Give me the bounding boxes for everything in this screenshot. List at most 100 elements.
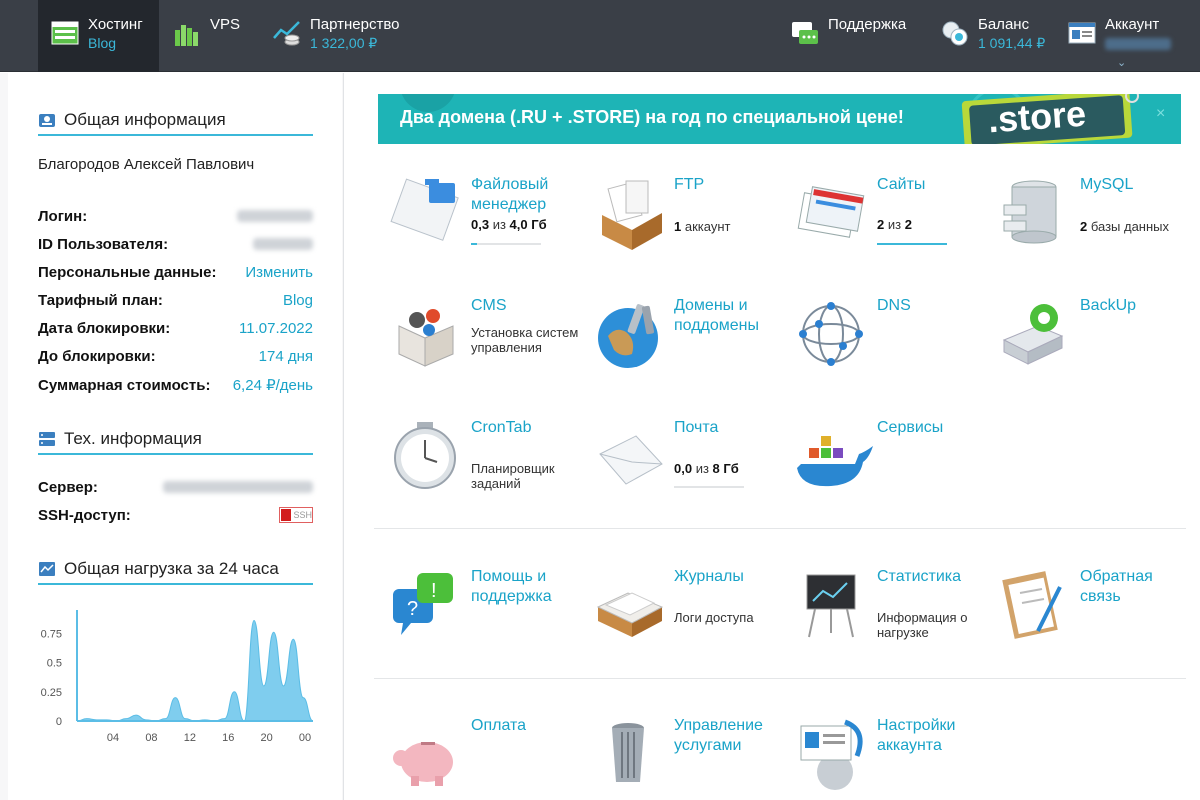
x-tick-label: 16 — [222, 732, 234, 744]
tariff-label: Тарифный план: — [38, 291, 163, 309]
total-cost-label: Суммарная стоимость: — [38, 376, 211, 394]
tile-title: MySQL — [1080, 176, 1134, 193]
tile-feedback[interactable]: Обратная связь — [998, 567, 1188, 677]
user-id-label: ID Пользователя: — [38, 235, 169, 253]
tile-usage: 0,3 из 4,0 Гб — [471, 217, 547, 232]
store-badge: .store — [986, 94, 1088, 141]
tile-title: Обратная связь — [1080, 568, 1153, 605]
partner-icon — [273, 21, 300, 46]
edit-personal-data-link[interactable]: Изменить — [245, 264, 313, 281]
tile-mail[interactable]: Почта 0,0 из 8 Гб — [592, 418, 782, 528]
user-card-icon — [39, 114, 55, 127]
x-tick-label: 00 — [299, 732, 311, 744]
tile-title: Оплата — [471, 717, 527, 734]
nav-account[interactable]: Аккаунт — [1067, 0, 1200, 72]
section-divider — [374, 528, 1186, 529]
tile-service-management[interactable]: Управление услугами — [592, 716, 782, 800]
login-label: Логин: — [38, 207, 88, 225]
tariff-link[interactable]: Blog — [283, 292, 313, 309]
owner-name: Благородов Алексей Павлович — [38, 156, 255, 173]
load-chart: 0 0.25 0.5 0.75 04 08 12 16 20 00 — [41, 610, 314, 744]
chevron-down-icon[interactable]: ⌄ — [1117, 56, 1126, 69]
ssh-badge-label: SSH — [293, 510, 312, 520]
info-row-login: Логин: — [38, 206, 313, 226]
tile-statistics[interactable]: Статистика Информация о нагрузке — [795, 567, 985, 677]
tile-help[interactable]: ? ! Помощь и поддержка — [389, 567, 579, 677]
globe-keys-icon — [598, 304, 658, 368]
nav-support[interactable]: Поддержка — [790, 0, 920, 72]
nav-hosting-plan: Blog — [88, 35, 117, 51]
tile-cms[interactable]: CMS Установка систем управления — [389, 296, 579, 406]
nav-balance-title: Баланс — [978, 16, 1030, 33]
tile-sites[interactable]: Сайты 2 из 2 — [795, 175, 985, 285]
clipboard-icon — [1002, 571, 1062, 639]
promo-banner[interactable]: × .store Два домена (.RU + .STORE) на го… — [378, 94, 1181, 144]
nav-account-title: Аккаунт — [1105, 16, 1160, 33]
chart-icon — [39, 562, 55, 576]
tile-title: Сайты — [877, 176, 926, 193]
usage-bar — [877, 243, 947, 245]
ftp-folder-icon — [602, 180, 662, 250]
nav-partner[interactable]: Партнерство 1 322,00 ₽ — [272, 0, 422, 72]
tech-info-header: Тех. информация — [38, 425, 313, 455]
general-info-header: Общая информация — [38, 106, 313, 136]
info-row-user-id: ID Пользователя: — [38, 234, 313, 254]
general-info-title: Общая информация — [64, 110, 226, 129]
tile-description: 1 аккаунт — [674, 219, 731, 234]
tile-title: Сервисы — [877, 419, 944, 436]
whale-containers-icon — [797, 436, 873, 487]
tile-description: Установка систем управления — [471, 325, 579, 355]
tile-domains[interactable]: Домены и поддомены — [592, 296, 782, 406]
tile-services[interactable]: Сервисы — [795, 418, 985, 528]
top-navigation: Хостинг Blog VPS Партнерство 1 322,00 ₽ — [0, 0, 1200, 72]
tile-title: Статистика — [877, 568, 962, 585]
tile-backup[interactable]: BackUp — [998, 296, 1188, 406]
info-row-block-date: Дата блокировки: 11.07.2022 — [38, 318, 313, 338]
svg-text:!: ! — [431, 580, 437, 602]
tile-title: BackUp — [1080, 297, 1137, 314]
load-title: Общая нагрузка за 24 часа — [64, 559, 279, 578]
tile-file-manager[interactable]: Файловый менеджер 0,3 из 4,0 Гб — [389, 175, 579, 285]
tile-usage: 2 из 2 — [877, 217, 912, 232]
svg-text:?: ? — [407, 598, 418, 620]
balance-icon — [942, 21, 968, 46]
file-manager-icon — [390, 178, 459, 241]
tile-payment[interactable]: Оплата — [389, 716, 579, 800]
hosting-icon — [51, 21, 79, 45]
tile-usage: 0,0 из 8 Гб — [674, 461, 739, 476]
x-tick-label: 12 — [184, 732, 196, 744]
tile-description: 2 базы данных — [1080, 219, 1170, 234]
y-tick-label: 0.25 — [41, 687, 62, 699]
close-icon: × — [1156, 105, 1165, 122]
nav-vps[interactable]: VPS — [172, 0, 252, 72]
server-value-redacted — [163, 481, 313, 493]
nav-balance[interactable]: Баланс 1 091,44 ₽ — [940, 0, 1055, 72]
tile-crontab[interactable]: CronTab Планировщик заданий — [389, 418, 579, 528]
info-row-personal-data: Персональные данные: Изменить — [38, 262, 313, 282]
tile-title: Настройки аккаунта — [877, 717, 956, 754]
account-name-redacted — [1105, 38, 1171, 50]
personal-data-label: Персональные данные: — [38, 263, 217, 281]
tile-title: CronTab — [471, 419, 532, 436]
tile-description: Логи доступа — [674, 610, 754, 625]
nav-support-title: Поддержка — [828, 16, 907, 33]
ssh-toggle[interactable]: SSH — [279, 507, 313, 523]
database-icon — [1003, 180, 1057, 244]
piggy-bank-icon — [393, 742, 453, 786]
tile-logs[interactable]: Журналы Логи доступа — [592, 567, 782, 677]
info-row-tariff: Тарифный план: Blog — [38, 290, 313, 310]
tile-dns[interactable]: DNS — [795, 296, 985, 406]
tech-info-title: Тех. информация — [64, 429, 202, 448]
section-divider — [374, 678, 1186, 679]
nav-hosting[interactable]: Хостинг Blog — [38, 0, 159, 72]
nav-partner-amount: 1 322,00 ₽ — [310, 35, 378, 51]
days-left-value: 174 дня — [258, 347, 313, 365]
cms-box-icon — [398, 309, 454, 367]
tile-mysql[interactable]: MySQL 2 базы данных — [998, 175, 1188, 285]
tile-ftp[interactable]: FTP 1 аккаунт — [592, 175, 782, 285]
tile-title: Управление услугами — [674, 717, 763, 754]
days-left-label: До блокировки: — [38, 347, 156, 365]
tile-account-settings[interactable]: Настройки аккаунта — [795, 716, 985, 800]
support-icon — [792, 22, 818, 44]
info-row-days-left: До блокировки: 174 дня — [38, 346, 313, 366]
